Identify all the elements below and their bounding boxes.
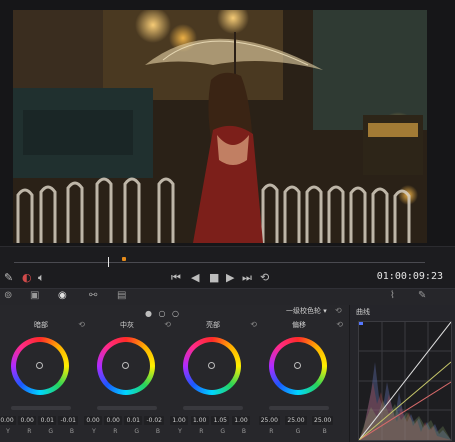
value-r[interactable]: 0.00 xyxy=(18,416,37,425)
qualifier-icon[interactable]: ✎ xyxy=(418,290,426,301)
master-wheel-slider[interactable] xyxy=(269,406,329,410)
channel-g: G xyxy=(48,428,53,435)
reset-icon[interactable]: ⟲ xyxy=(78,320,85,329)
video-image xyxy=(13,10,427,243)
color-wheel[interactable] xyxy=(183,337,241,395)
wheel-group-offset: 偏移 ⟲ 25.00 25.00 25.00 R G B xyxy=(258,320,349,440)
video-frame xyxy=(13,10,427,243)
primaries-icon[interactable]: ◉ xyxy=(58,290,67,301)
timeline-marker[interactable] xyxy=(122,257,126,261)
color-wheel[interactable] xyxy=(97,337,155,395)
curve-control-point[interactable] xyxy=(359,322,363,325)
reset-icon[interactable]: ⟲ xyxy=(164,320,171,329)
channel-r: R xyxy=(113,428,118,435)
timeline-track[interactable] xyxy=(14,262,425,263)
wheel-center-handle[interactable] xyxy=(294,362,301,369)
value-y[interactable]: 0.00 xyxy=(0,416,16,425)
reset-all-icon[interactable]: ⟲ xyxy=(335,306,342,315)
wheels-mode-select[interactable]: 一级校色轮 ▾ xyxy=(286,306,327,316)
value-g[interactable]: 25.00 xyxy=(285,416,307,425)
transport-bar: ✎ ◐ 🔈︎ ⏮ ◀ ■ ▶ ⏭ ⟲ 01:00:09:23 xyxy=(0,268,455,288)
value-g[interactable]: 1.05 xyxy=(211,416,230,425)
wheel-group-lift: 暗部 ⟲ 0.00 0.00 0.01 -0.01 Y R G B xyxy=(0,320,91,440)
value-b[interactable]: -0.02 xyxy=(144,416,164,425)
reset-icon[interactable]: ⟲ xyxy=(336,320,343,329)
camera-raw-icon[interactable]: ⊚ xyxy=(4,290,12,301)
playhead[interactable] xyxy=(108,257,109,267)
value-y[interactable]: 1.00 xyxy=(170,416,188,425)
value-r[interactable]: 0.00 xyxy=(104,416,123,425)
hdr-icon[interactable]: ⚯ xyxy=(89,290,97,301)
channel-b: B xyxy=(155,428,161,435)
timecode-display: 01:00:09:23 xyxy=(376,271,443,282)
value-y[interactable]: 0.00 xyxy=(84,416,102,425)
channel-y: Y xyxy=(178,428,182,435)
channel-r: R xyxy=(269,428,274,435)
curves-title: 曲线 xyxy=(356,308,370,316)
reset-icon[interactable]: ⟲ xyxy=(250,320,257,329)
value-b[interactable]: -0.01 xyxy=(58,416,78,425)
page-dots[interactable]: ● ○ ○ xyxy=(145,309,181,318)
wheel-group-gamma: 中灰 ⟲ 0.00 0.00 0.01 -0.02 Y R G B xyxy=(84,320,177,440)
channel-g: G xyxy=(220,428,225,435)
picker-tool-icon[interactable]: ✎ xyxy=(4,271,13,284)
audio-icon[interactable]: 🔈︎ xyxy=(38,271,45,285)
channel-b: B xyxy=(69,428,75,435)
highlight-mode-icon[interactable]: ◐ xyxy=(22,271,32,284)
channel-g: G xyxy=(295,428,301,435)
jump-last-icon[interactable]: ⏭ xyxy=(242,271,252,285)
wheel-center-handle[interactable] xyxy=(122,362,129,369)
viewer xyxy=(0,0,455,246)
rgb-mixer-icon[interactable]: ▤ xyxy=(117,290,126,301)
reverse-icon[interactable]: ◀ xyxy=(191,271,199,284)
channel-b: B xyxy=(322,428,327,435)
color-tools-toolbar: ⊚ ▣ ◉ ⚯ ▤ ⌇ ✎ xyxy=(0,288,455,306)
channel-g: G xyxy=(134,428,139,435)
wheels-mode-label: 一级校色轮 xyxy=(286,307,321,315)
channel-y: Y xyxy=(6,428,10,435)
value-r[interactable]: 25.00 xyxy=(258,416,280,425)
channel-r: R xyxy=(27,428,32,435)
jump-first-icon[interactable]: ⏮ xyxy=(171,271,181,285)
play-icon[interactable]: ▶ xyxy=(226,271,234,284)
value-b[interactable]: 25.00 xyxy=(312,416,334,425)
value-g[interactable]: 0.01 xyxy=(38,416,57,425)
value-r[interactable]: 1.00 xyxy=(190,416,209,425)
value-g[interactable]: 0.01 xyxy=(124,416,143,425)
scrub-bar[interactable] xyxy=(0,246,455,269)
channel-r: R xyxy=(199,428,204,435)
channel-b: B xyxy=(241,428,247,435)
color-wheel[interactable] xyxy=(269,337,327,395)
color-match-icon[interactable]: ▣ xyxy=(30,290,39,301)
wheel-label: 亮部 xyxy=(206,321,220,329)
value-b[interactable]: 1.00 xyxy=(231,416,250,425)
loop-icon[interactable]: ⟲ xyxy=(260,271,269,284)
color-wheel[interactable] xyxy=(11,337,69,395)
wheel-label: 中灰 xyxy=(120,321,134,329)
wheel-label: 偏移 xyxy=(292,321,306,329)
wheel-center-handle[interactable] xyxy=(36,362,43,369)
wheel-center-handle[interactable] xyxy=(208,362,215,369)
color-wheels-panel: ● ○ ○ 一级校色轮 ▾ ⟲ 暗部 ⟲ 0.00 0.00 0.01 -0.0… xyxy=(0,305,350,442)
curves-tool-icon[interactable]: ⌇ xyxy=(390,290,395,301)
master-wheel-slider[interactable] xyxy=(11,406,71,410)
curves-plot[interactable] xyxy=(359,322,451,440)
curves-panel: 曲线 xyxy=(350,305,455,442)
wheel-group-gain: 亮部 ⟲ 1.00 1.00 1.05 1.00 Y R G B xyxy=(170,320,263,440)
master-wheel-slider[interactable] xyxy=(97,406,157,410)
master-wheel-slider[interactable] xyxy=(183,406,243,410)
channel-y: Y xyxy=(92,428,96,435)
curves-graph[interactable] xyxy=(358,321,452,441)
wheel-label: 暗部 xyxy=(34,321,48,329)
stop-icon[interactable]: ■ xyxy=(209,271,219,284)
